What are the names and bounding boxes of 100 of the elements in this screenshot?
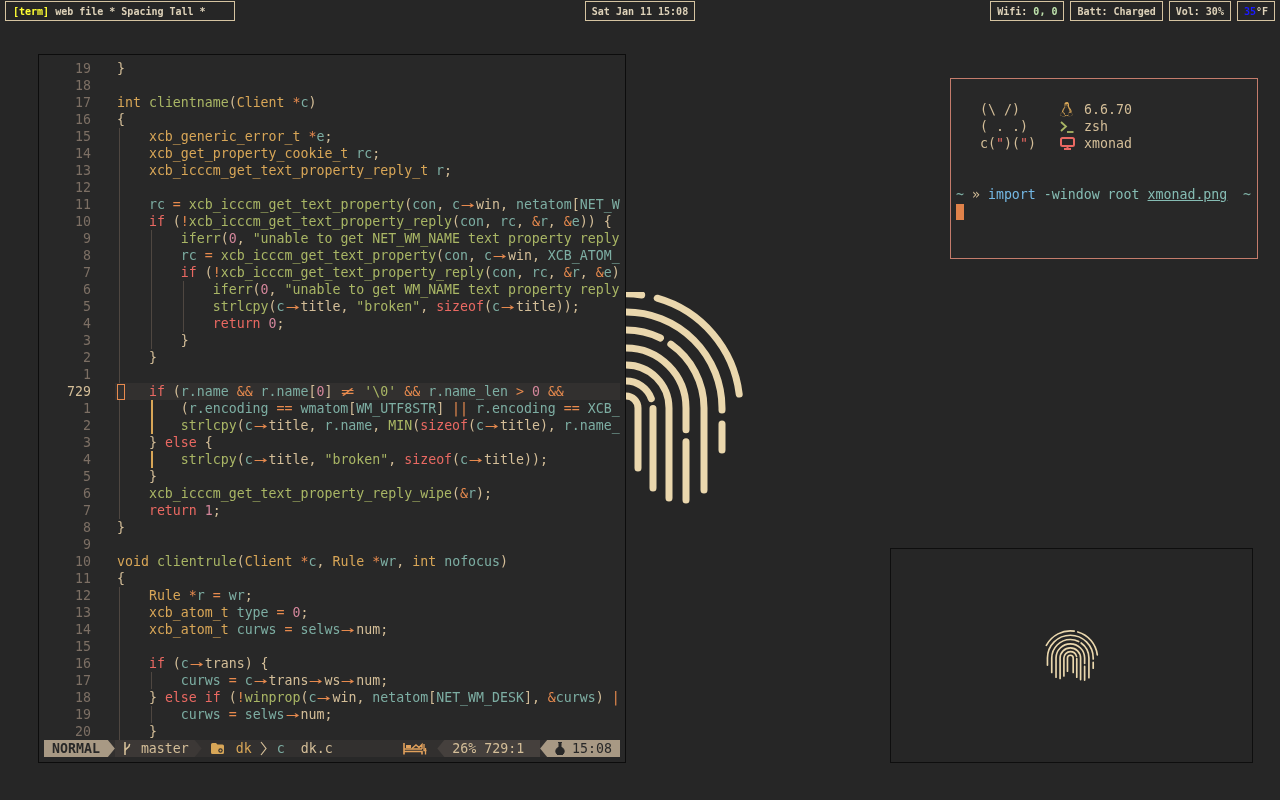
system-info-value: 6.6.70 (1084, 101, 1132, 118)
ascii-art-line: ( . .) (980, 118, 1029, 135)
line-number: 6 (82, 485, 91, 502)
code-line: iferr(0, "unable to get NET_WM_NAME text property reply (180, 230, 620, 247)
code-line: curws = c→trans→ws→num; (180, 672, 389, 689)
code-line: } (148, 723, 157, 740)
code-line: Rule *r = wr; (148, 587, 253, 604)
code-line: if (!xcb_icccm_get_text_property_reply(con, rc, &r, &e)) { (148, 213, 612, 230)
code-line: } (117, 60, 125, 77)
branch-icon (122, 742, 131, 755)
code-line: int clientname(Client *c) (117, 94, 317, 111)
line-number: 15 (74, 128, 91, 145)
code-line: strlcpy(c→title, r.name, MIN(sizeof(c→title), r.name_ (180, 417, 620, 434)
line-number: 14 (74, 145, 91, 162)
line-number: 3 (82, 332, 91, 349)
monitor-icon (1060, 137, 1075, 150)
line-number: 4 (82, 315, 91, 332)
wifi-status: Wifi: 0, 0 (990, 1, 1065, 21)
line-number: 16 (74, 111, 91, 128)
line-number: 17 (74, 672, 91, 689)
line-number: 9 (82, 536, 91, 553)
line-number: 8 (82, 519, 91, 536)
chevron-right-icon (259, 741, 267, 756)
cursor-position: 729:1 (484, 740, 525, 757)
code-line: if (c→trans) { (148, 655, 269, 672)
code-line: xcb_icccm_get_text_property_reply_wipe(&r); (148, 485, 492, 502)
line-number: 20 (74, 723, 91, 740)
code-line: strlcpy(c→title, "broken", sizeof(c→title)); (212, 298, 580, 315)
code-line: xcb_get_property_cookie_t rc; (148, 145, 381, 162)
code-line: xcb_generic_error_t *e; (148, 128, 333, 145)
code-line: void clientrule(Client *c, Rule *wr, int nofocus) (117, 553, 508, 570)
line-number: 18 (74, 77, 91, 94)
ascii-art-line: c(")(") (980, 135, 1037, 152)
file-name: dk.c (300, 740, 333, 757)
fingerprint-icon (1044, 630, 1099, 681)
clock-time: 15:08 (572, 740, 612, 757)
line-number: 4 (82, 451, 91, 468)
branch-name: master (140, 740, 189, 757)
file-type-icon: c (276, 740, 285, 757)
flask-icon (555, 742, 566, 755)
line-number: 16 (74, 655, 91, 672)
line-number: 19 (74, 706, 91, 723)
line-number: 2 (82, 349, 91, 366)
line-number: 9 (82, 230, 91, 247)
line-number: 6 (82, 281, 91, 298)
code-line: xcb_icccm_get_text_property_reply_t r; (148, 162, 453, 179)
line-number: 12 (74, 587, 91, 604)
code-line: } (180, 332, 189, 349)
code-line: (r.encoding == wmatom[WM_UTF8STR] || r.encoding == XCB_ (180, 400, 620, 417)
code-line: } (117, 519, 125, 536)
line-number: 1 (82, 400, 91, 417)
clock: Sat Jan 11 15:08 (584, 1, 696, 21)
terminal-prompt-icon (1060, 120, 1074, 133)
code-line: { (117, 111, 125, 128)
line-number: 11 (74, 570, 91, 587)
scroll-percent: 26% (452, 740, 477, 757)
folder-icon (210, 743, 224, 754)
line-number: 1 (82, 366, 91, 383)
text-cursor (117, 383, 125, 400)
workspace-title: [term] web file * Spacing Tall * (5, 1, 235, 21)
line-number: 11 (74, 196, 91, 213)
code-line: return 0; (212, 315, 285, 332)
temperature-status: 35°F (1236, 1, 1275, 21)
battery-status: Batt: Charged (1070, 1, 1163, 21)
code-line: strlcpy(c→title, "broken", sizeof(c→title)); (180, 451, 548, 468)
line-number: 15 (74, 638, 91, 655)
code-line: if (!xcb_icccm_get_text_property_reply(con, rc, &r, &e) (180, 264, 620, 281)
line-number: 10 (74, 213, 91, 230)
command-prompt: ~ » import -window root xmonad.png (956, 186, 1228, 203)
line-number: 19 (74, 60, 91, 77)
bed-icon (403, 742, 428, 755)
code-line: curws = selws→num; (180, 706, 333, 723)
line-number: 7 (82, 502, 91, 519)
line-number: 13 (74, 604, 91, 621)
ascii-art-line: (\ /) (980, 101, 1021, 118)
code-line: xcb_atom_t type = 0; (148, 604, 309, 621)
line-number: 7 (82, 264, 91, 281)
line-number: 17 (74, 94, 91, 111)
code-line: } else if (!winprop(c→win, netatom[NET_WM_DESK], &curws) | (148, 689, 620, 706)
line-number: 3 (82, 434, 91, 451)
line-number: 5 (82, 298, 91, 315)
right-prompt: ~ (1243, 186, 1252, 203)
code-line: rc = xcb_icccm_get_text_property(con, c→win, XCB_ATOM_ (180, 247, 620, 264)
line-number: 13 (74, 162, 91, 179)
volume-status: Vol: 30% (1168, 1, 1231, 21)
code-line: return 1; (148, 502, 221, 519)
line-number: 2 (82, 417, 91, 434)
code-line: iferr(0, "unable to get WM_NAME text property reply (212, 281, 620, 298)
penguin-icon (1060, 102, 1073, 117)
system-info-value: xmonad (1084, 135, 1132, 152)
code-line: { (117, 570, 125, 587)
line-number: 729 (66, 383, 91, 400)
code-line: xcb_atom_t curws = selws→num; (148, 621, 389, 638)
system-info-value: zsh (1084, 118, 1108, 135)
line-number: 10 (74, 553, 91, 570)
code-line: if (r.name && r.name[0] ≠ '\0' && r.name_len > 0 && (148, 383, 564, 400)
line-number: 8 (82, 247, 91, 264)
code-line: } (148, 349, 157, 366)
directory-name: dk (235, 740, 252, 757)
mode-indicator: NORMAL (44, 740, 115, 757)
